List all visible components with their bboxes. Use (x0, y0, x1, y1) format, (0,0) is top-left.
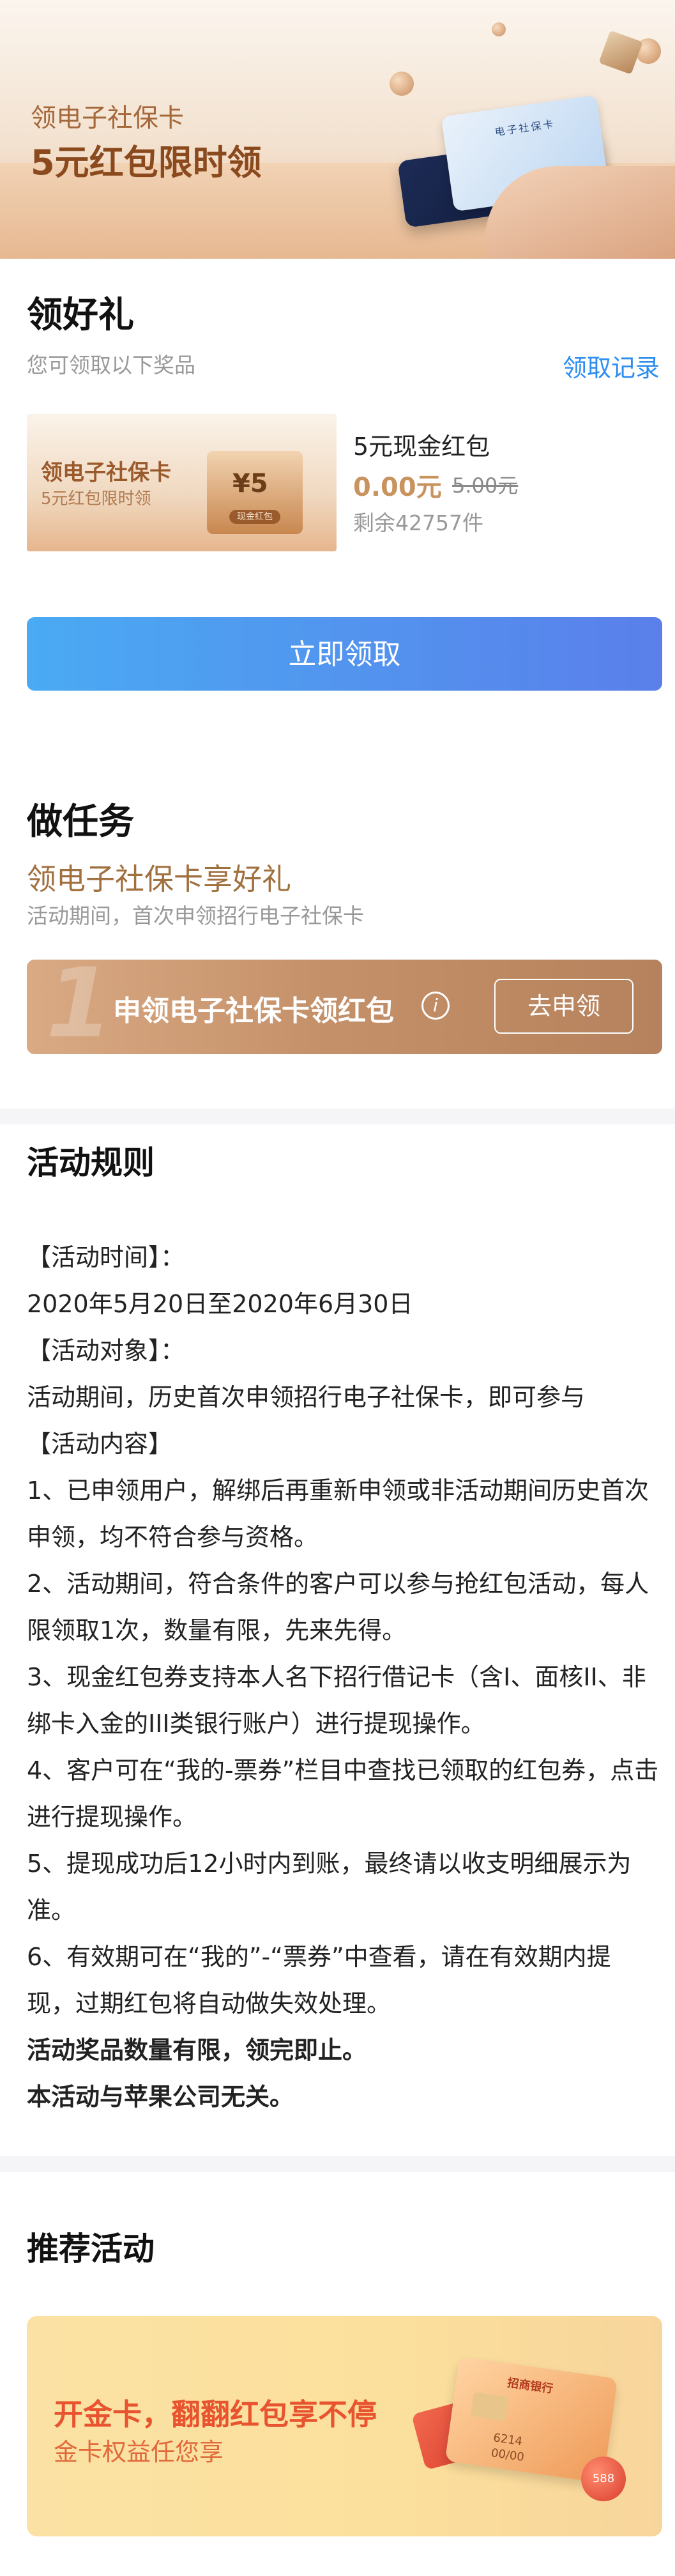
card-label: 电子社保卡 (494, 118, 556, 139)
claim-now-button[interactable]: 立即领取 (27, 617, 662, 691)
task-label: 申领电子社保卡领红包 (113, 995, 394, 1027)
coin-icon: 588 (581, 2457, 626, 2501)
bank-name: 招商银行 (506, 2376, 554, 2396)
rules-line: 活动期间，历史首次申领招行电子社保卡，即可参与 (27, 1383, 586, 1411)
coin-decoration (492, 22, 506, 36)
info-icon[interactable]: i (421, 992, 450, 1020)
task-section-title: 做任务 (27, 801, 134, 843)
envelope-tag: 现金红包 (229, 510, 280, 524)
rules-line: 【活动时间】： (27, 1243, 185, 1271)
prize-name: 5元现金红包 (353, 433, 490, 461)
rules-line: 3、现金红包券支持本人名下招行借记卡（含I、面核II、非绑卡入金的III类银行账… (27, 1663, 646, 1738)
gold-card-promo[interactable]: 开金卡，翻翻红包享不停 金卡权益任您享 招商银行 6214 00/00 588 (27, 2316, 662, 2536)
card-expiry: 00/00 (490, 2446, 526, 2464)
prize-remaining: 剩余42757件 (353, 510, 483, 535)
rules-bold-line: 活动奖品数量有限，领完即止。 (27, 2036, 367, 2064)
gift-box-decoration (598, 30, 643, 75)
card-chip-icon (470, 2392, 508, 2421)
prize-image-title: 领电子社保卡 (41, 460, 171, 486)
rules-bold-line: 本活动与苹果公司无关。 (27, 2083, 294, 2111)
rules-line: 2020年5月20日至2020年6月30日 (27, 1290, 413, 1318)
card-number: 6214 (492, 2431, 524, 2449)
go-apply-button[interactable]: 去申领 (494, 979, 633, 1034)
gift-section-subtitle: 您可领取以下奖品 (27, 353, 195, 378)
task-index: 1 (46, 960, 113, 1054)
hero-title: 5元红包限时领 (31, 142, 262, 183)
prize-image: 领电子社保卡 5元红包限时领 ¥5 现金红包 (27, 414, 337, 551)
promo-title: 开金卡，翻翻红包享不停 (54, 2397, 377, 2432)
rules-line: 5、提现成功后12小时内到账，最终请以收支明细展示为准。 (27, 1850, 632, 1924)
task-subtitle: 领电子社保卡享好礼 (27, 862, 291, 896)
hero-subtitle: 领电子社保卡 (31, 103, 184, 133)
rules-line: 【活动对象】： (27, 1337, 185, 1365)
hand-illustration (485, 166, 675, 259)
envelope-amount: ¥5 (232, 469, 268, 498)
recommend-section-title: 推荐活动 (27, 2230, 155, 2267)
rules-line: 1、已申领用户，解绑后再重新申领或非活动期间历史首次申领，均不符合参与资格。 (27, 1476, 649, 1551)
rules-line: 4、客户可在“我的-票券”栏目中查找已领取的红包券，点击进行提现操作。 (27, 1756, 659, 1831)
gift-section-title: 领好礼 (27, 295, 134, 336)
claim-record-link[interactable]: 领取记录 (563, 348, 660, 383)
red-envelope-icon: ¥5 现金红包 (207, 451, 303, 534)
rules-content: 【活动时间】： 2020年5月20日至2020年6月30日 【活动对象】： 活动… (27, 1234, 659, 2120)
rules-line: 【活动内容】 (27, 1430, 173, 1458)
prize-original-price: 5.00元 (452, 473, 519, 498)
rules-section-title: 活动规则 (27, 1144, 155, 1181)
coin-decoration (390, 72, 414, 96)
prize-price: 0.00元 (353, 473, 442, 502)
promo-subtitle: 金卡权益任您享 (54, 2438, 224, 2466)
task-item: 1 申领电子社保卡领红包 i 去申领 (27, 960, 662, 1054)
rules-line: 2、活动期间，符合条件的客户可以参与抢红包活动，每人限领取1次，数量有限，先来先… (27, 1570, 649, 1644)
hero-banner: 电子社保卡 领电子社保卡 5元红包限时领 (0, 0, 675, 259)
task-description: 活动期间，首次申领招行电子社保卡 (27, 903, 364, 928)
prize-image-subtitle: 5元红包限时领 (41, 489, 151, 509)
rules-line: 6、有效期可在“我的”-“票券”中查看，请在有效期内提现，过期红包将自动做失效处… (27, 1943, 611, 2018)
